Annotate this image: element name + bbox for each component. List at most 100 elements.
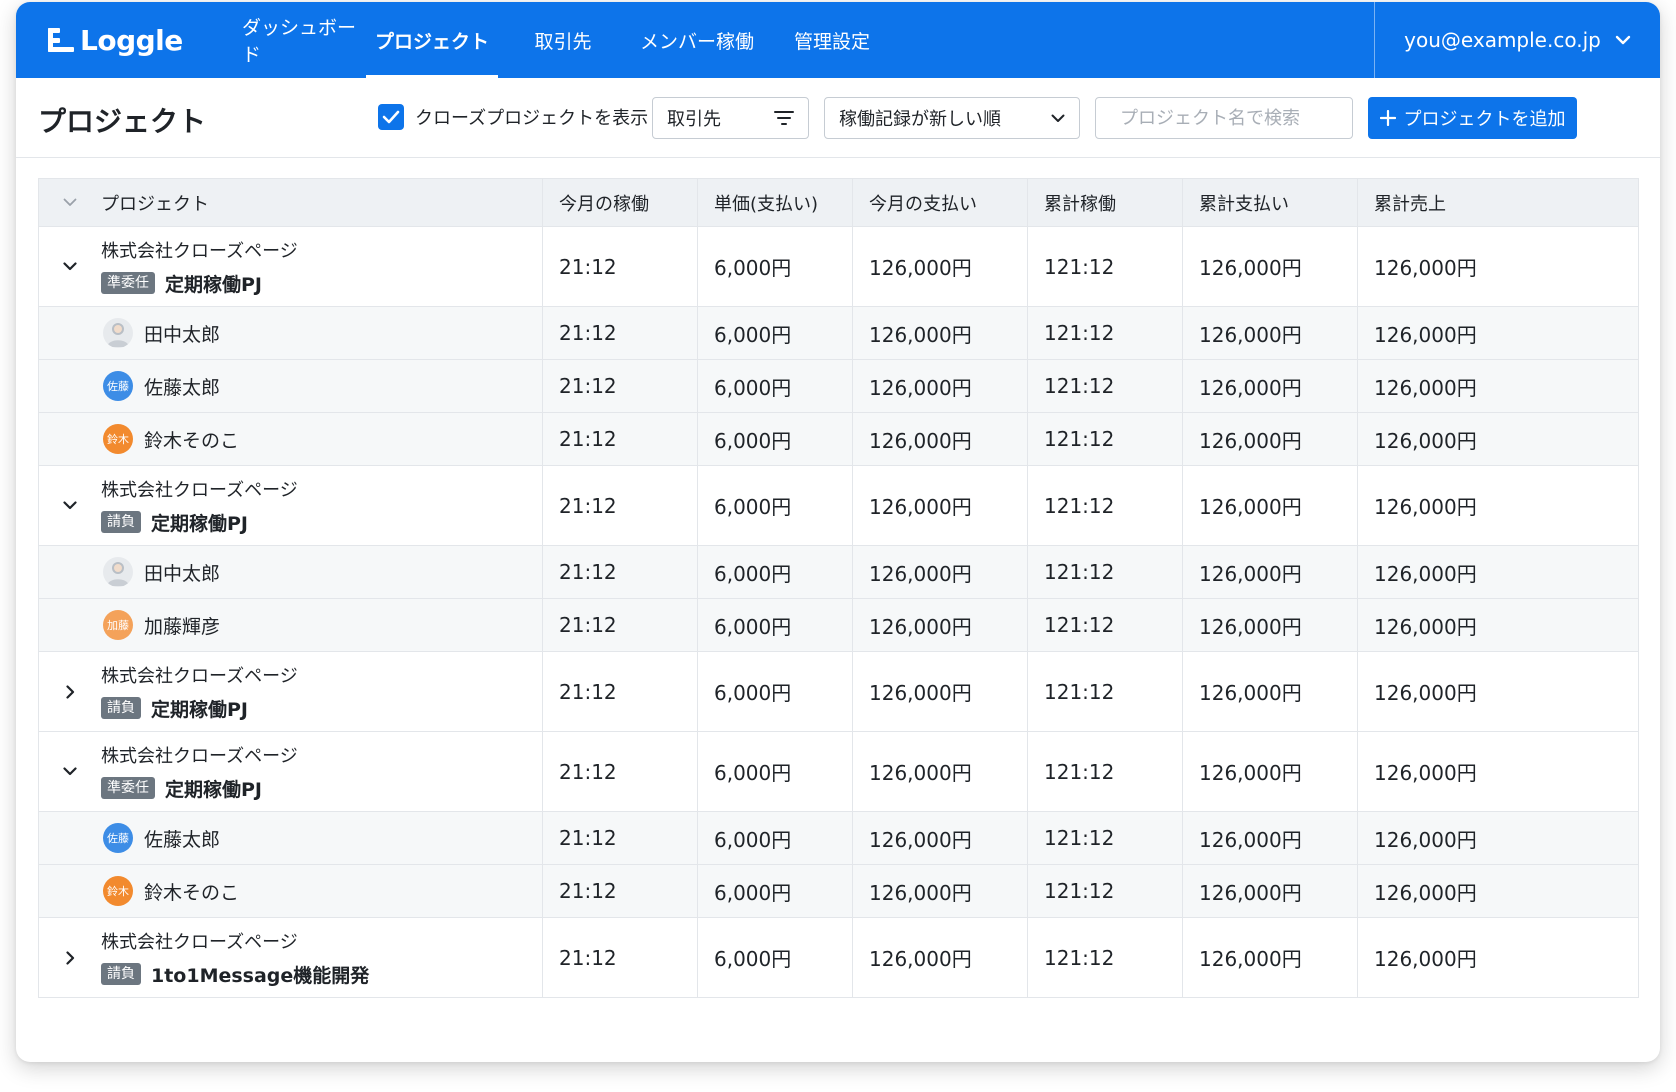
- chevron-right-icon: [65, 684, 74, 699]
- member-name: 田中太郎: [144, 562, 221, 585]
- project-table-wrapper: プロジェクト 今月の稼働 単価(支払い) 今月の支払い 累計稼働 累計支払い 累計売上 株式…: [38, 178, 1639, 998]
- member-cell: 田中太郎: [39, 318, 542, 348]
- chevron-down-icon: [63, 501, 77, 510]
- monthly-payment-cell: 126,000円: [852, 864, 1028, 918]
- member-row[interactable]: 田中太郎 21:12 6,000円 126,000円 121:12 126,000円 126…: [38, 306, 1639, 360]
- contract-type-badge: 請負: [101, 697, 141, 719]
- nav-item-2[interactable]: 取引先: [498, 2, 628, 78]
- project-text: 株式会社クローズページ 請負 1to1Message機能開発: [101, 928, 369, 988]
- expand-toggle[interactable]: [39, 684, 101, 699]
- main-nav: ダッシュボード プロジェクト 取引先 メンバー稼働 管理設定: [234, 2, 898, 78]
- name-cell: 田中太郎: [38, 545, 543, 599]
- account-menu[interactable]: you@example.co.jp: [1374, 2, 1660, 78]
- name-cell: 加藤 加藤輝彦: [38, 598, 543, 652]
- project-name[interactable]: 定期稼働PJ: [151, 509, 248, 536]
- total-sales-cell: 126,000円: [1357, 545, 1639, 599]
- project-name[interactable]: 1to1Message機能開発: [151, 961, 369, 988]
- project-line: 請負 1to1Message機能開発: [101, 961, 369, 988]
- search-input[interactable]: [1120, 107, 1340, 129]
- total-hours-cell: 121:12: [1027, 917, 1183, 998]
- monthly-hours-cell: 21:12: [542, 598, 698, 652]
- member-cell: 鈴木 鈴木そのこ: [39, 876, 542, 906]
- logo-text: Loggle: [80, 23, 183, 57]
- table-header-row: プロジェクト 今月の稼働 単価(支払い) 今月の支払い 累計稼働 累計支払い 累計売上: [38, 178, 1639, 227]
- total-hours-cell: 121:12: [1027, 598, 1183, 652]
- project-row[interactable]: 株式会社クローズページ 準委任 定期稼働PJ 21:12 6,000円 126,000円 1…: [38, 731, 1639, 812]
- name-cell: 株式会社クローズページ 準委任 定期稼働PJ: [38, 731, 543, 812]
- unit-price-cell: 6,000円: [697, 306, 853, 360]
- check-icon: [382, 110, 400, 124]
- unit-price-cell: 6,000円: [697, 598, 853, 652]
- show-closed-checkbox[interactable]: [378, 104, 404, 130]
- total-payment-cell: 126,000円: [1182, 465, 1358, 546]
- total-payment-cell: 126,000円: [1182, 917, 1358, 998]
- column-header-project-wrap: プロジェクト: [39, 190, 542, 216]
- unit-price-cell: 6,000円: [697, 811, 853, 865]
- name-cell: 鈴木 鈴木そのこ: [38, 412, 543, 466]
- member-row[interactable]: 鈴木 鈴木そのこ 21:12 6,000円 126,000円 121:12 126,000円…: [38, 412, 1639, 466]
- project-search[interactable]: [1095, 97, 1353, 139]
- project-row[interactable]: 株式会社クローズページ 請負 定期稼働PJ 21:12 6,000円 126,000円 12…: [38, 651, 1639, 732]
- total-payment-cell: 126,000円: [1182, 545, 1358, 599]
- user-photo-icon: [107, 562, 129, 586]
- project-row[interactable]: 株式会社クローズページ 準委任 定期稼働PJ 21:12 6,000円 126,000円 1…: [38, 226, 1639, 307]
- collapse-all-toggle[interactable]: [39, 198, 101, 207]
- nav-item-3[interactable]: メンバー稼働: [628, 2, 766, 78]
- nav-item-0[interactable]: ダッシュボード: [234, 2, 366, 78]
- sort-select[interactable]: 稼働記録が新しい順: [824, 97, 1080, 139]
- project-text: 株式会社クローズページ 準委任 定期稼働PJ: [101, 742, 298, 802]
- avatar: [103, 557, 133, 587]
- project-cell: 株式会社クローズページ 準委任 定期稼働PJ: [39, 237, 542, 297]
- expand-toggle[interactable]: [39, 767, 101, 776]
- show-closed-toggle[interactable]: クローズプロジェクトを表示: [378, 104, 648, 130]
- project-name[interactable]: 定期稼働PJ: [165, 775, 262, 802]
- name-cell: 株式会社クローズページ 請負 1to1Message機能開発: [38, 917, 543, 998]
- column-header-1: 今月の稼働: [542, 178, 698, 227]
- column-header-3: 今月の支払い: [852, 178, 1028, 227]
- avatar: 鈴木: [103, 424, 133, 454]
- member-row[interactable]: 田中太郎 21:12 6,000円 126,000円 121:12 126,000円 126…: [38, 545, 1639, 599]
- total-sales-cell: 126,000円: [1357, 306, 1639, 360]
- total-hours-cell: 121:12: [1027, 545, 1183, 599]
- total-hours-cell: 121:12: [1027, 412, 1183, 466]
- column-header-2: 単価(支払い): [697, 178, 853, 227]
- member-row[interactable]: 鈴木 鈴木そのこ 21:12 6,000円 126,000円 121:12 126,000円…: [38, 864, 1639, 918]
- project-table: プロジェクト 今月の稼働 単価(支払い) 今月の支払い 累計稼働 累計支払い 累計売上 株式…: [38, 178, 1639, 998]
- member-row[interactable]: 佐藤 佐藤太郎 21:12 6,000円 126,000円 121:12 126,000円 1…: [38, 811, 1639, 865]
- unit-price-cell: 6,000円: [697, 359, 853, 413]
- client-filter[interactable]: 取引先: [652, 97, 809, 139]
- project-name[interactable]: 定期稼働PJ: [165, 270, 262, 297]
- monthly-payment-cell: 126,000円: [852, 731, 1028, 812]
- nav-item-1[interactable]: プロジェクト: [366, 2, 498, 78]
- client-name: 株式会社クローズページ: [101, 745, 298, 767]
- page-toolbar: プロジェクト クローズプロジェクトを表示 取引先 稼働記録が新しい順 プロジェク…: [16, 78, 1660, 158]
- total-payment-cell: 126,000円: [1182, 306, 1358, 360]
- project-name[interactable]: 定期稼働PJ: [151, 695, 248, 722]
- expand-toggle[interactable]: [39, 950, 101, 965]
- chevron-down-icon: [1051, 114, 1065, 122]
- column-header-0: プロジェクト: [38, 178, 543, 227]
- monthly-payment-cell: 126,000円: [852, 545, 1028, 599]
- nav-item-4[interactable]: 管理設定: [766, 2, 898, 78]
- member-cell: 佐藤 佐藤太郎: [39, 823, 542, 853]
- member-name: 田中太郎: [144, 323, 221, 346]
- member-cell: 鈴木 鈴木そのこ: [39, 424, 542, 454]
- project-row[interactable]: 株式会社クローズページ 請負 1to1Message機能開発 21:12 6,000円 1…: [38, 917, 1639, 998]
- logo[interactable]: Loggle: [16, 2, 234, 78]
- chevron-down-icon: [1615, 35, 1631, 45]
- total-payment-cell: 126,000円: [1182, 598, 1358, 652]
- total-sales-cell: 126,000円: [1357, 598, 1639, 652]
- name-cell: 佐藤 佐藤太郎: [38, 811, 543, 865]
- avatar: 佐藤: [103, 823, 133, 853]
- member-row[interactable]: 佐藤 佐藤太郎 21:12 6,000円 126,000円 121:12 126,000円 1…: [38, 359, 1639, 413]
- client-name: 株式会社クローズページ: [101, 479, 298, 501]
- member-row[interactable]: 加藤 加藤輝彦 21:12 6,000円 126,000円 121:12 126,000円 1…: [38, 598, 1639, 652]
- unit-price-cell: 6,000円: [697, 917, 853, 998]
- project-text: 株式会社クローズページ 準委任 定期稼働PJ: [101, 237, 298, 297]
- project-row[interactable]: 株式会社クローズページ 請負 定期稼働PJ 21:12 6,000円 126,000円 12…: [38, 465, 1639, 546]
- add-project-button[interactable]: プロジェクトを追加: [1368, 97, 1577, 139]
- expand-toggle[interactable]: [39, 262, 101, 271]
- expand-toggle[interactable]: [39, 501, 101, 510]
- app-window: Loggle ダッシュボード プロジェクト 取引先 メンバー稼働 管理設定 you@ex…: [16, 2, 1660, 1062]
- unit-price-cell: 6,000円: [697, 545, 853, 599]
